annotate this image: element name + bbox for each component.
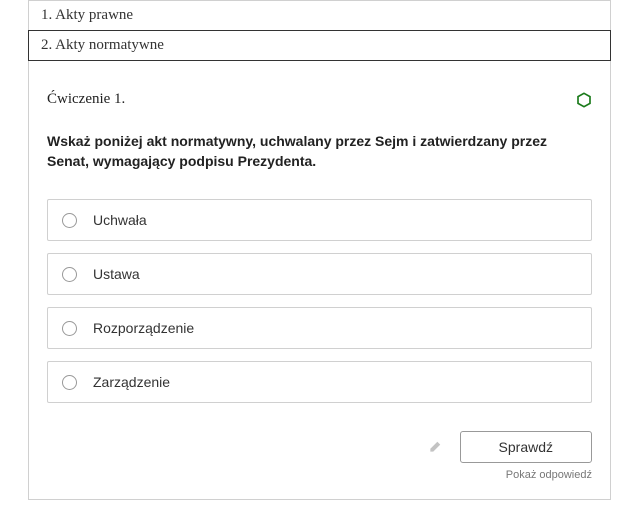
check-button[interactable]: Sprawdź (460, 431, 592, 463)
radio-icon (62, 375, 77, 390)
option-label: Rozporządzenie (93, 320, 194, 336)
option-label: Ustawa (93, 266, 140, 282)
tab-label: 1. Akty prawne (41, 7, 133, 23)
check-button-label: Sprawdź (499, 439, 553, 455)
tab-label: 2. Akty normatywne (41, 37, 164, 53)
option-uchwala[interactable]: Uchwała (47, 199, 592, 241)
option-zarzadzenie[interactable]: Zarządzenie (47, 361, 592, 403)
eraser-icon[interactable] (428, 440, 442, 454)
tab-akty-normatywne[interactable]: 2. Akty normatywne (28, 30, 611, 61)
option-ustawa[interactable]: Ustawa (47, 253, 592, 295)
options-list: Uchwała Ustawa Rozporządzenie Zarządzeni… (47, 199, 592, 403)
show-answer-link[interactable]: Pokaż odpowiedź (47, 469, 592, 481)
option-label: Uchwała (93, 212, 147, 228)
radio-icon (62, 321, 77, 336)
radio-icon (62, 267, 77, 282)
radio-icon (62, 213, 77, 228)
tab-akty-prawne[interactable]: 1. Akty prawne (28, 0, 611, 31)
option-label: Zarządzenie (93, 374, 170, 390)
option-rozporzadzenie[interactable]: Rozporządzenie (47, 307, 592, 349)
question-text: Wskaż poniżej akt normatywny, uchwalany … (47, 132, 592, 171)
exercise-panel: Ćwiczenie 1. Wskaż poniżej akt normatywn… (28, 61, 611, 500)
exercise-title: Ćwiczenie 1. (47, 91, 125, 108)
show-answer-label: Pokaż odpowiedź (506, 469, 592, 481)
difficulty-icon (576, 92, 592, 108)
